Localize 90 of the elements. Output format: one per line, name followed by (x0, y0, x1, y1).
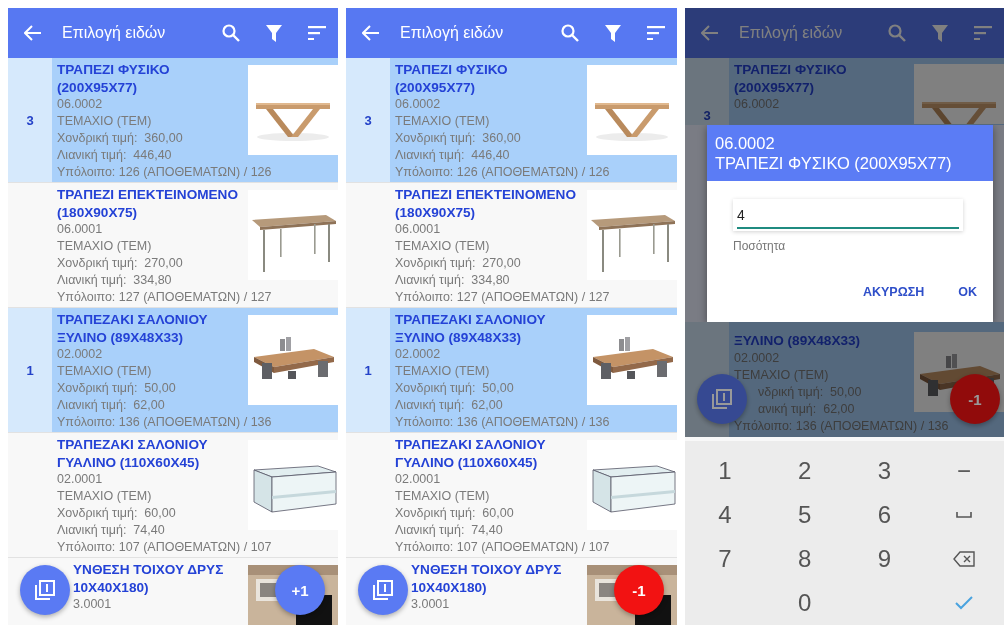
item-title: ΤΡΑΠΕΖΙ ΕΠΕΚΤΕΙΝΟΜΕΝΟ (180Χ90Χ75) (395, 186, 577, 221)
item-detail: ΤΕΜΑΧΙΟ (ΤΕΜ) (57, 363, 153, 380)
dialog-title: ΤΡΑΠΕΖΙ ΦΥΣΙΚΟ (200Χ95Χ77) (715, 153, 953, 173)
item-detail: Λιανική τιμή: 446,40 (395, 147, 511, 164)
item-detail: 02.0001 (57, 471, 104, 488)
item-detail: 02.0002 (395, 346, 442, 363)
item-detail: ΤΕΜΑΧΙΟ (ΤΕΜ) (395, 238, 491, 255)
item-detail: Λιανική τιμή: 62,00 (57, 397, 166, 414)
stock-info: Υπόλοιπο: 127 (ΑΠΟΘΕΜΑΤΩΝ) / 127 (57, 289, 273, 306)
list-item[interactable]: 3 ΤΡΑΠΕΖΙ ΦΥΣΙΚΟ (200Χ95Χ77) 06.0002 ΤΕΜΑΧΙΟ (ΤΕΜ) Χονδρική τιμή: 360,00 Λιανική τιμή: 446,40 Υπόλοιπο: 126 (ΑΠΟΘΕΜΑΤΩΝ) / 126 (346, 58, 677, 183)
stock-info: Υπόλοιπο: 127 (ΑΠΟΘΕΜΑΤΩΝ) / 127 (395, 289, 611, 306)
item-detail: Λιανική τιμή: 446,40 (57, 147, 173, 164)
item-detail: 02.0002 (734, 349, 781, 367)
item-title: ΞΥΛΙΝΟ (89Χ48Χ33) (734, 332, 862, 350)
item-detail: Χονδρική τιμή: 50,00 (395, 380, 515, 397)
item-detail: Χονδρική τιμή: 270,00 (57, 255, 184, 272)
item-title: ΤΡΑΠΕΖΑΚΙ ΣΑΛΟΝΙΟΥ ΞΥΛΙΝΟ (89Χ48Χ33) (57, 311, 209, 346)
item-detail: 06.0001 (395, 221, 442, 238)
keyboard-key[interactable]: 7 (708, 543, 742, 575)
item-detail: 3.0001 (72, 596, 113, 613)
item-title: ΥΝΘΕΣΗ ΤΟΙΧΟΥ ΔΡΥΣ 10Χ40Χ180) (72, 561, 225, 596)
item-title: ΤΡΑΠΕΖΙ ΕΠΕΚΤΕΙΝΟΜΕΝΟ (180Χ90Χ75) (57, 186, 239, 221)
item-detail: 06.0002 (734, 96, 781, 113)
item-detail: Χονδρική τιμή: 50,00 (57, 380, 177, 397)
keyboard-key[interactable]: 8 (787, 543, 822, 575)
keyboard-key[interactable]: 2 (787, 455, 822, 487)
item-detail: Λιανική τιμή: 74,40 (57, 522, 166, 539)
item-title: ΤΡΑΠΕΖΑΚΙ ΣΑΛΟΝΙΟΥ ΓΥΑΛΙΝΟ (110Χ60Χ45) (395, 436, 547, 471)
dialog-button[interactable]: OK (952, 281, 983, 303)
item-detail: Χονδρική τιμή: 60,00 (395, 505, 515, 522)
keyboard-key[interactable]: 4 (708, 499, 742, 531)
item-detail: 06.0001 (57, 221, 104, 238)
quantity-count: 3 (703, 108, 711, 123)
stock-info: Υπόλοιπο: 136 (ΑΠΟΘΕΜΑΤΩΝ) / 136 (395, 414, 611, 431)
keyboard-key[interactable]: 5 (787, 499, 822, 531)
item-title: ΤΡΑΠΕΖΙ ΦΥΣΙΚΟ (200Χ95Χ77) (57, 61, 171, 96)
item-detail: ΤΕΜΑΧΙΟ (ΤΕΜ) (395, 113, 491, 130)
item-detail: 3.0001 (410, 596, 451, 613)
list-item[interactable]: 3 ΤΡΑΠΕΖΙ ΦΥΣΙΚΟ (200Χ95Χ77) 06.0002 ΤΕΜΑΧΙΟ (ΤΕΜ) Χονδρική τιμή: 360,00 Λιανική τιμή: 446,40 Υπόλοιπο: 126 (ΑΠΟΘΕΜΑΤΩΝ) / 126 (8, 58, 338, 183)
quantity-field[interactable]: 4 (733, 199, 963, 231)
item-title: ΤΡΑΠΕΖΑΚΙ ΣΑΛΟΝΙΟΥ ΓΥΑΛΙΝΟ (110Χ60Χ45) (57, 436, 209, 471)
item-detail: Λιανική τιμή: 334,80 (395, 272, 511, 289)
item-detail: Χονδρική τιμή: 270,00 (395, 255, 522, 272)
screen-title: Επιλογή ειδών (400, 24, 504, 42)
item-detail: ΤΕΜΑΧΙΟ (ΤΕΜ) (57, 238, 153, 255)
item-detail: Χονδρική τιμή: 360,00 (57, 130, 184, 147)
quantity-count: 3 (26, 112, 34, 128)
stock-info: Υπόλοιπο: 126 (ΑΠΟΘΕΜΑΤΩΝ) / 126 (57, 164, 273, 181)
stock-info: Υπόλοιπο: 136 (ΑΠΟΘΕΜΑΤΩΝ) / 136 (57, 414, 273, 431)
stock-info: Υπόλοιπο: 126 (ΑΠΟΘΕΜΑΤΩΝ) / 126 (395, 164, 611, 181)
item-detail: Χονδρική τιμή: 360,00 (395, 130, 522, 147)
item-detail: ΤΕΜΑΧΙΟ (ΤΕΜ) (57, 488, 153, 505)
item-detail: Χονδρική τιμή: 60,00 (57, 505, 177, 522)
item-title: ΤΡΑΠΕΖΙ ΦΥΣΙΚΟ (200Χ95Χ77) (395, 61, 509, 96)
item-detail: 02.0002 (57, 346, 104, 363)
list-item[interactable]: 3 ΤΡΑΠΕΖΙ ΦΥΣΙΚΟ (200Χ95Χ77) 06.0002 (685, 58, 1004, 125)
item-detail: νδρική τιμή: 50,00 (757, 383, 863, 401)
stock-info: Υπόλοιπο: 136 (ΑΠΟΘΕΜΑΤΩΝ) / 136 (734, 417, 950, 435)
quantity-count: 1 (26, 362, 34, 378)
item-detail: Λιανική τιμή: 62,00 (395, 397, 504, 414)
item-detail: ΤΕΜΑΧΙΟ (ΤΕΜ) (395, 488, 491, 505)
keyboard-key[interactable]: − (947, 455, 982, 487)
item-detail: 02.0001 (395, 471, 442, 488)
stock-info: Υπόλοιπο: 107 (ΑΠΟΘΕΜΑΤΩΝ) / 107 (395, 539, 611, 556)
keyboard-key[interactable]: 0 (787, 587, 822, 619)
stock-info: Υπόλοιπο: 107 (ΑΠΟΘΕΜΑΤΩΝ) / 107 (57, 539, 273, 556)
field-label: Ποσότητα (733, 239, 786, 253)
item-detail: Λιανική τιμή: 74,40 (395, 522, 504, 539)
list-item[interactable]: 1 ΤΡΑΠΕΖΑΚΙ ΣΑΛΟΝΙΟΥ ΞΥΛΙΝΟ (89Χ48Χ33) 02.0002 ΤΕΜΑΧΙΟ (ΤΕΜ) Χονδρική τιμή: 50,00 Λιανική τιμή: 62,00 Υπόλοιπο: 136 (ΑΠΟΘΕΜΑΤΩΝ) / 136 (346, 308, 677, 433)
keyboard-key[interactable]: 6 (867, 499, 902, 531)
item-detail: 06.0002 (395, 96, 442, 113)
item-title: ΤΡΑΠΕΖΑΚΙ ΣΑΛΟΝΙΟΥ ΞΥΛΙΝΟ (89Χ48Χ33) (395, 311, 547, 346)
keyboard-key[interactable]: 1 (708, 455, 742, 487)
keyboard-key[interactable]: 9 (867, 543, 902, 575)
item-detail: 06.0002 (57, 96, 104, 113)
list-item[interactable]: 1 ΤΡΑΠΕΖΑΚΙ ΣΑΛΟΝΙΟΥ ΞΥΛΙΝΟ (89Χ48Χ33) 02.0002 ΤΕΜΑΧΙΟ (ΤΕΜ) Χονδρική τιμή: 50,00 Λιανική τιμή: 62,00 Υπόλοιπο: 136 (ΑΠΟΘΕΜΑΤΩΝ) / 136 (8, 308, 338, 433)
item-detail: ανική τιμή: 62,00 (757, 400, 856, 418)
screen-title: Επιλογή ειδών (62, 24, 166, 42)
quantity-count: 3 (364, 112, 372, 128)
item-detail: ΤΕΜΑΧΙΟ (ΤΕΜ) (57, 113, 153, 130)
item-detail: Λιανική τιμή: 334,80 (57, 272, 173, 289)
quantity-count: 1 (364, 362, 372, 378)
dialog-code: 06.0002 (715, 133, 776, 153)
keyboard-key[interactable]: 3 (867, 455, 902, 487)
item-title: ΥΝΘΕΣΗ ΤΟΙΧΟΥ ΔΡΥΣ 10Χ40Χ180) (410, 561, 563, 596)
item-detail: ΤΕΜΑΧΙΟ (ΤΕΜ) (734, 366, 830, 384)
screen-title: Επιλογή ειδών (739, 24, 843, 42)
item-detail: ΤΕΜΑΧΙΟ (ΤΕΜ) (395, 363, 491, 380)
dialog-button[interactable]: ΑΚΥΡΩΣΗ (856, 281, 931, 303)
item-title: ΤΡΑΠΕΖΙ ΦΥΣΙΚΟ (200Χ95Χ77) (734, 61, 848, 96)
